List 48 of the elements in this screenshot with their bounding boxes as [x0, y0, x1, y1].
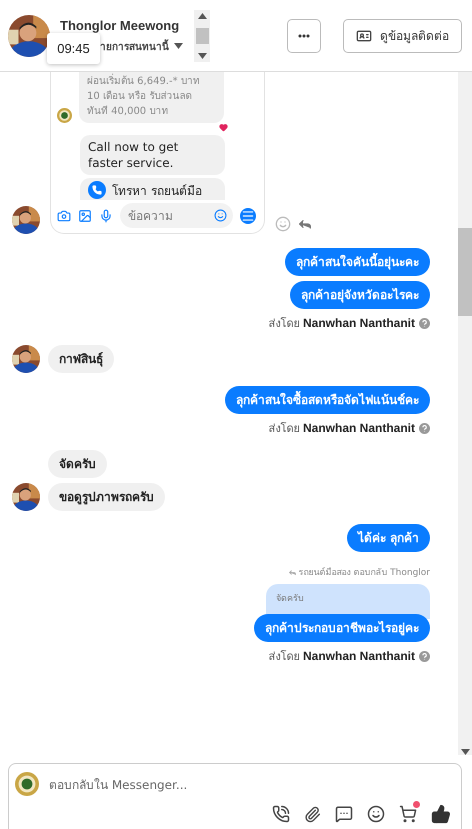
more-button[interactable] [287, 18, 321, 52]
scroll-thumb[interactable] [458, 228, 472, 316]
scroll-down-icon[interactable] [460, 749, 470, 755]
contact-name: Thonglor Meewong [60, 18, 180, 32]
camera-icon[interactable] [57, 208, 71, 222]
sender-note: ส่งโดย Nanwhan Nanthanit [268, 648, 415, 665]
scrollbar[interactable] [458, 72, 472, 755]
scroll-down-icon[interactable] [198, 52, 206, 58]
dropdown-caret-icon[interactable] [174, 43, 183, 49]
message-bubble: ลุกค้าสนใจคันนี้อยุ่นะคะ [285, 248, 430, 276]
sender-note: ส่งโดย Nanwhan Nanthanit [268, 315, 415, 332]
reply-icon [288, 568, 298, 576]
reply-field[interactable]: ตอบกลับใน Messenger... [49, 774, 188, 794]
more-icon [298, 34, 310, 38]
message-bubble: ลุกค้าประกอบอาชีพอะไรอยู่คะ [254, 614, 430, 642]
microphone-icon[interactable] [99, 208, 113, 222]
message-bubble: จัดครับ [48, 450, 107, 478]
conversation-label: ายการสนทนานี้ [100, 38, 169, 54]
sender-note: ส่งโดย Nanwhan Nanthanit [268, 420, 415, 437]
message-bubble: ลุกค้าสนใจซื้อสดหรือจัดไฟแน้นช์คะ [225, 386, 430, 414]
phone-icon [88, 181, 106, 199]
help-icon [419, 422, 430, 434]
call-button[interactable]: โทรหา รถยนต์มือ [80, 178, 225, 200]
image-icon[interactable] [78, 208, 92, 222]
reply-header: รถยนต์มือสอง ตอบกลับ Thonglor [298, 566, 430, 579]
offer-message: ผ่อนเริ่มต้น 6,649.-* บาท 10 เดือน หรือ รับส่วนลด ทันที 40,000 บาท [79, 72, 224, 123]
call-message: Call now to get faster service. [80, 135, 225, 175]
help-icon [419, 650, 430, 662]
message-bubble: ขอดูรูปภาพรถครับ [48, 483, 165, 511]
like-icon[interactable] [431, 804, 451, 824]
message-bubble: ลุกค้าอยุ่จังหวัดอะไรคะ [290, 281, 430, 309]
id-card-icon [356, 28, 372, 44]
scroll-up-icon[interactable] [198, 12, 206, 18]
message-bubble: กาฬสินธุ์ [48, 345, 114, 373]
logo-icon [15, 772, 39, 796]
time-tooltip: 09:45 [47, 33, 100, 64]
emoji-icon [214, 209, 227, 222]
help-icon [419, 318, 430, 328]
message-field[interactable]: ข้อความ [120, 203, 233, 228]
emoji-icon[interactable] [367, 805, 385, 823]
paperclip-icon[interactable] [304, 806, 321, 822]
menu-icon[interactable] [240, 208, 256, 224]
contact-info-button[interactable]: ดูข้อมูลติดต่อ [343, 18, 462, 52]
phone-icon[interactable] [272, 805, 290, 823]
message-bubble: ได้ค่ะ ลุกค้า [346, 524, 430, 552]
scrollbar[interactable] [194, 10, 210, 62]
chat-icon[interactable] [335, 805, 353, 823]
logo-icon [57, 108, 72, 123]
